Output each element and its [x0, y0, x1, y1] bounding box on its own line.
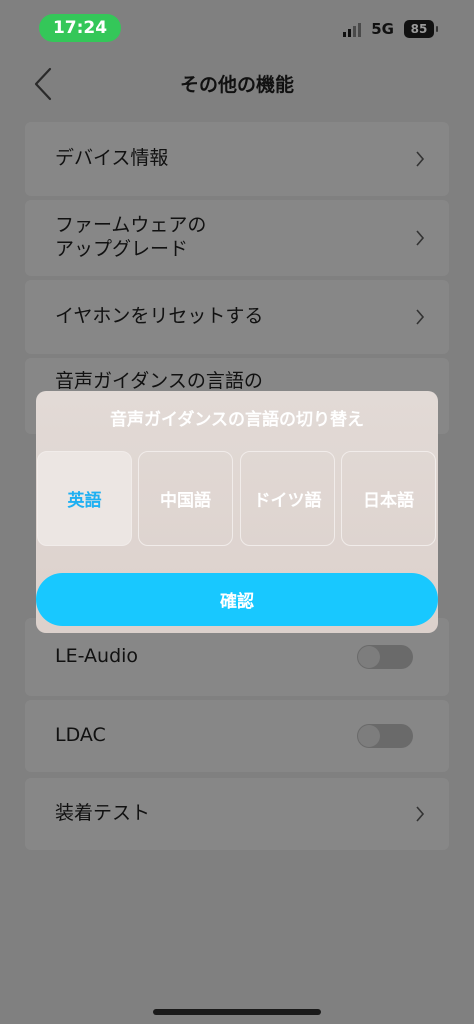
- dialog-title: 音声ガイダンスの言語の切り替え: [110, 410, 364, 430]
- chevron-right-icon: [416, 309, 425, 325]
- language-option-japanese[interactable]: 日本語: [341, 451, 436, 546]
- language-option-english[interactable]: 英語: [37, 451, 132, 546]
- menu-item-label: 装着テスト: [55, 802, 151, 825]
- menu-item-firmware-upgrade[interactable]: ファームウェアの アップグレード: [25, 200, 449, 276]
- page-title: その他の機能: [179, 74, 294, 96]
- status-indicators: 5G 85: [343, 20, 438, 38]
- menu-item-ldac[interactable]: LDAC: [25, 700, 449, 772]
- home-indicator[interactable]: [153, 1009, 321, 1015]
- chevron-right-icon: [416, 230, 425, 246]
- menu-item-label-line2: アップグレード: [55, 238, 189, 260]
- chevron-right-icon: [416, 806, 425, 822]
- chevron-right-icon: [416, 151, 425, 167]
- menu-item-label: ファームウェアの アップグレード: [55, 214, 206, 262]
- ldac-toggle[interactable]: [357, 724, 413, 748]
- toggle-knob: [358, 725, 380, 747]
- menu-item-wear-test[interactable]: 装着テスト: [25, 778, 449, 850]
- menu-item-label: デバイス情報: [55, 147, 169, 170]
- battery-icon: 85: [404, 20, 438, 38]
- toggle-knob: [358, 646, 380, 668]
- menu-item-label: LDAC: [55, 724, 106, 747]
- cellular-signal-icon: [343, 21, 362, 37]
- menu-item-reset[interactable]: イヤホンをリセットする: [25, 280, 449, 354]
- menu-item-label: LE-Audio: [55, 645, 139, 668]
- status-time: 17:24: [39, 14, 121, 42]
- menu-item-label: イヤホンをリセットする: [55, 305, 264, 328]
- battery-level: 85: [410, 22, 428, 36]
- menu-item-device-info[interactable]: デバイス情報: [25, 122, 449, 196]
- le-audio-toggle[interactable]: [357, 645, 413, 669]
- confirm-button[interactable]: 確認: [36, 573, 438, 626]
- language-option-chinese[interactable]: 中国語: [138, 451, 233, 546]
- language-picker-dialog: 音声ガイダンスの言語の切り替え 英語 中国語 ドイツ語 日本語 確認: [36, 391, 438, 633]
- menu-item-label-line1: ファームウェアの: [55, 214, 207, 237]
- network-type: 5G: [371, 20, 394, 38]
- language-option-german[interactable]: ドイツ語: [240, 451, 335, 546]
